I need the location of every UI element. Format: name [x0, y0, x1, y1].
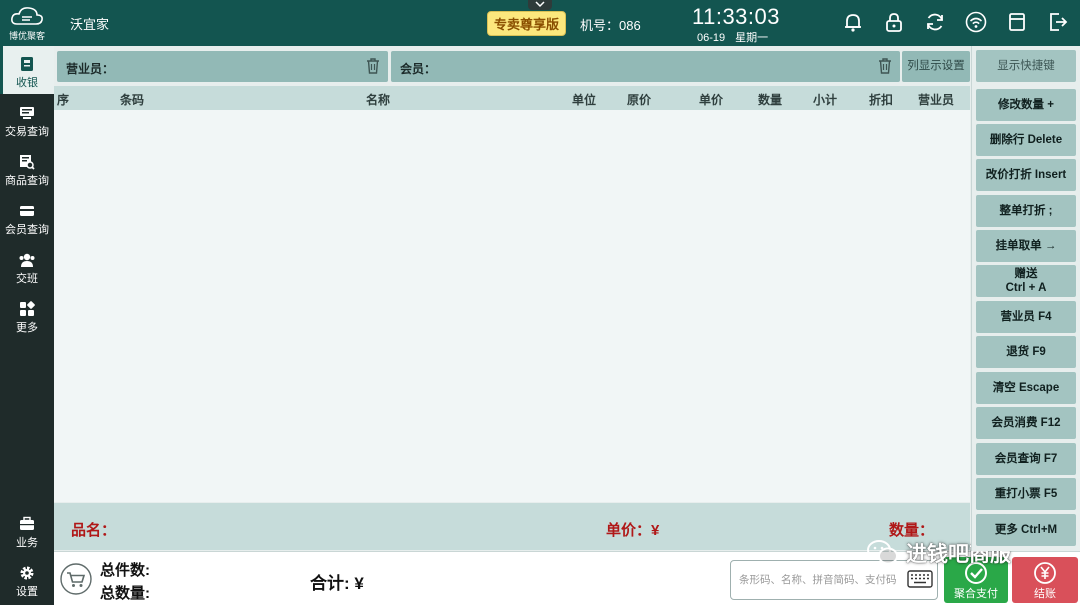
cloud-logo-icon [11, 7, 43, 25]
left-nav: 收银 交易查询 商品查询 会员查询 交班 更多 业务 设置 [0, 46, 54, 605]
trash-icon[interactable] [366, 58, 380, 77]
item-info-bar: 品名： 单价：¥ 数量： [54, 503, 970, 550]
aggregate-pay-label: 聚合支付 [954, 588, 998, 600]
bell-icon[interactable] [841, 10, 865, 34]
more-shortcuts-button[interactable]: 更多 Ctrl+M [976, 514, 1076, 546]
show-shortcuts-button[interactable]: 显示快捷键 [976, 50, 1076, 82]
active-accent [0, 46, 3, 94]
nav-label: 交班 [16, 273, 38, 285]
member-card-icon [20, 206, 34, 216]
machine-number: 机号：086 [580, 18, 641, 33]
nav-label: 商品查询 [5, 175, 49, 187]
column-header[interactable]: 原价 [627, 91, 651, 108]
clock-time: 11:33:03 [692, 4, 781, 29]
salesperson-label: 营业员： [66, 62, 115, 76]
minimize-window-icon[interactable] [1005, 10, 1029, 34]
hold-retrieve-order-button[interactable]: 挂单取单 → [976, 230, 1076, 262]
transaction-icon [20, 107, 34, 119]
nav-item-shift[interactable]: 交班 [0, 242, 54, 290]
chat-bubble-icon [867, 540, 898, 565]
shift-icon [19, 253, 35, 267]
date-text: 06-19 [697, 32, 726, 44]
item-name-label: 品名： [71, 522, 117, 539]
nav-label: 会员查询 [5, 224, 49, 236]
column-header[interactable]: 单位 [572, 91, 596, 108]
shortcut-panel: 显示快捷键 修改数量 + 删除行 Delete 改价打折 Insert 整单打折… [971, 46, 1080, 551]
column-header[interactable]: 折扣 [869, 91, 893, 108]
product-icon [20, 155, 35, 170]
keyboard-icon[interactable] [907, 569, 933, 592]
column-header[interactable]: 小计 [813, 91, 837, 108]
nav-item-products[interactable]: 商品查询 [0, 144, 54, 192]
gift-button[interactable]: 赠送 Ctrl + A [976, 265, 1076, 297]
nav-label: 设置 [16, 586, 38, 598]
exit-icon[interactable] [1046, 10, 1070, 34]
nav-label: 收银 [16, 77, 38, 89]
nav-label: 交易查询 [5, 126, 49, 138]
column-header[interactable]: 营业员 [918, 91, 954, 108]
whole-order-discount-button[interactable]: 整单打折 ; [976, 195, 1076, 227]
modify-quantity-button[interactable]: 修改数量 + [976, 89, 1076, 121]
column-header[interactable]: 条码 [120, 91, 144, 108]
yuan-icon [1034, 562, 1056, 584]
total-qty-label: 总数量: [100, 585, 150, 602]
column-header[interactable]: 名称 [366, 91, 390, 108]
top-bar: 博优聚客 沃宜家 专卖尊享版 机号：086 11:33:03 06-19 星期一 [0, 0, 1080, 46]
more-grid-icon [20, 301, 35, 316]
clear-button[interactable]: 清空 Escape [976, 372, 1076, 404]
table-header: 序 条码 名称 单位 原价 单价 数量 小计 折扣 营业员 [54, 86, 970, 110]
salesperson-selector[interactable]: 营业员： [57, 51, 388, 82]
settings-icon [20, 566, 34, 580]
change-price-discount-button[interactable]: 改价打折 Insert [976, 159, 1076, 191]
refresh-icon[interactable] [923, 10, 947, 34]
column-header[interactable]: 单价 [699, 91, 723, 108]
clock-date: 06-19 星期一 [697, 29, 768, 45]
nav-item-more[interactable]: 更多 [0, 291, 54, 339]
nav-item-cashier[interactable]: 收银 [0, 46, 54, 94]
edition-badge: 专卖尊享版 [487, 11, 567, 36]
member-selector[interactable]: 会员： [391, 51, 900, 82]
trash-icon[interactable] [878, 58, 892, 77]
item-price-label: 单价：¥ [606, 522, 660, 539]
cart-icon [60, 563, 92, 595]
salesperson-button[interactable]: 营业员 F4 [976, 301, 1076, 333]
delete-row-button[interactable]: 删除行 Delete [976, 124, 1076, 156]
wifi-icon[interactable] [964, 10, 988, 34]
total-items-label: 总件数: [100, 562, 150, 579]
nav-item-business[interactable]: 业务 [0, 506, 54, 554]
item-qty-label: 数量： [889, 522, 935, 539]
nav-label: 更多 [16, 322, 38, 334]
chevron-down-icon [535, 1, 545, 8]
app-logo: 博优聚客 [4, 4, 50, 42]
top-icon-group [841, 10, 1070, 34]
logo-text: 博优聚客 [8, 31, 45, 41]
business-icon [20, 516, 34, 530]
checkout-label: 结账 [1034, 588, 1056, 600]
nav-item-members[interactable]: 会员查询 [0, 193, 54, 241]
column-settings-button[interactable]: 列显示设置 [902, 51, 970, 82]
return-goods-button[interactable]: 退货 F9 [976, 336, 1076, 368]
nav-item-transactions[interactable]: 交易查询 [0, 95, 54, 143]
weekday-text: 星期一 [735, 32, 769, 44]
nav-label: 业务 [16, 537, 38, 549]
lock-icon[interactable] [882, 10, 906, 34]
nav-item-settings[interactable]: 设置 [0, 555, 54, 603]
reprint-receipt-button[interactable]: 重打小票 F5 [976, 478, 1076, 510]
items-table-body[interactable] [54, 110, 970, 502]
column-header[interactable]: 数量 [758, 91, 782, 108]
collapse-toggle[interactable] [528, 0, 552, 10]
checkout-button[interactable]: 结账 [1012, 557, 1078, 603]
cashier-icon [21, 57, 33, 71]
column-header[interactable]: 序 [57, 91, 69, 108]
member-label: 会员： [400, 62, 437, 76]
store-name: 沃宜家 [70, 17, 110, 32]
member-consume-button[interactable]: 会员消费 F12 [976, 407, 1076, 439]
member-query-button[interactable]: 会员查询 F7 [976, 443, 1076, 475]
sum-label: 合计: ¥ [310, 574, 364, 593]
